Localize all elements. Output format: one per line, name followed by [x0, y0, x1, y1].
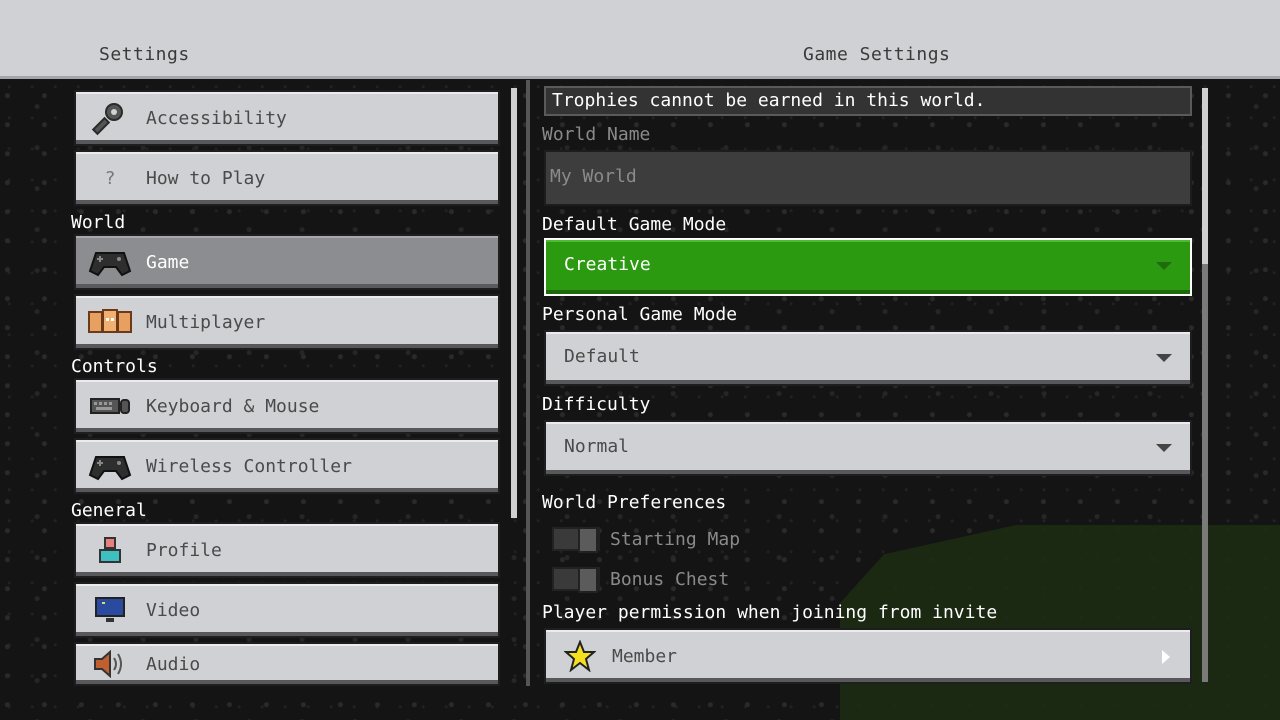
personal-game-mode-dropdown[interactable]: Default	[544, 330, 1192, 386]
personal-game-mode-label: Personal Game Mode	[542, 304, 738, 325]
game-settings-title: Game Settings	[803, 44, 951, 65]
nav-multiplayer[interactable]: Multiplayer	[74, 294, 500, 350]
nav-audio[interactable]: Audio	[74, 642, 500, 686]
difficulty-dropdown[interactable]: Normal	[544, 420, 1192, 476]
speaker-icon	[88, 648, 132, 680]
default-game-mode-value: Creative	[564, 254, 651, 275]
world-name-field[interactable]: My World	[544, 150, 1192, 206]
nav-game[interactable]: Game	[74, 234, 500, 290]
settings-title: Settings	[99, 44, 190, 65]
panel-divider	[526, 80, 530, 686]
controller-icon	[88, 450, 132, 482]
chevron-down-icon	[1156, 354, 1172, 362]
starting-map-label: Starting Map	[610, 528, 741, 550]
keyboard-icon	[88, 390, 132, 422]
nav-profile[interactable]: Profile	[74, 522, 500, 578]
nav-label: Audio	[146, 653, 201, 675]
section-controls: Controls	[71, 356, 158, 377]
bonus-chest-label: Bonus Chest	[610, 568, 730, 590]
nav-label: Video	[146, 599, 201, 621]
monitor-icon	[88, 594, 132, 626]
nav-wireless-controller[interactable]: Wireless Controller	[74, 438, 500, 494]
toggle-knob	[578, 567, 598, 593]
chevron-right-icon	[1162, 650, 1170, 664]
nav-label: Keyboard & Mouse	[146, 395, 320, 417]
nav-video[interactable]: Video	[74, 582, 500, 638]
controller-icon	[88, 246, 132, 278]
nav-label: Multiplayer	[146, 311, 266, 333]
world-preferences-label: World Preferences	[542, 492, 727, 513]
nav-how-to-play[interactable]: ? How to Play	[74, 150, 500, 206]
bonus-chest-row[interactable]: Bonus Chest	[552, 566, 730, 593]
star-icon	[563, 639, 597, 673]
nav-label: Wireless Controller	[146, 455, 352, 477]
profile-icon	[88, 534, 132, 566]
nav-label: Profile	[146, 539, 222, 561]
chevron-down-icon	[1156, 262, 1172, 270]
settings-scroll-thumb[interactable]	[1202, 88, 1208, 264]
players-icon	[88, 306, 132, 338]
starting-map-row[interactable]: Starting Map	[552, 526, 741, 553]
nav-scrollbar[interactable]	[511, 88, 517, 518]
nav-keyboard-mouse[interactable]: Keyboard & Mouse	[74, 378, 500, 434]
toggle-knob	[578, 527, 598, 553]
bonus-chest-toggle[interactable]	[552, 567, 600, 593]
starting-map-toggle[interactable]	[552, 527, 600, 553]
section-world: World	[71, 212, 126, 233]
header-bar: Settings Game Settings	[0, 0, 1280, 79]
trophy-notice: Trophies cannot be earned in this world.	[544, 86, 1192, 116]
nav-accessibility[interactable]: Accessibility	[74, 90, 500, 146]
world-name-label: World Name	[542, 124, 651, 145]
default-game-mode-label: Default Game Mode	[542, 214, 727, 235]
section-general: General	[71, 500, 147, 521]
difficulty-label: Difficulty	[542, 394, 651, 415]
difficulty-value: Normal	[564, 436, 630, 457]
chevron-down-icon	[1156, 444, 1172, 452]
player-permission-value: Member	[612, 645, 678, 667]
nav-label: How to Play	[146, 167, 266, 189]
key-icon	[88, 102, 132, 136]
nav-label: Game	[146, 251, 190, 273]
default-game-mode-dropdown[interactable]: Creative	[544, 238, 1192, 296]
player-permission-button[interactable]: Member	[544, 628, 1192, 684]
question-icon: ?	[104, 167, 116, 189]
player-permission-label: Player permission when joining from invi…	[542, 602, 998, 623]
personal-game-mode-value: Default	[564, 346, 640, 367]
nav-label: Accessibility	[146, 107, 287, 129]
